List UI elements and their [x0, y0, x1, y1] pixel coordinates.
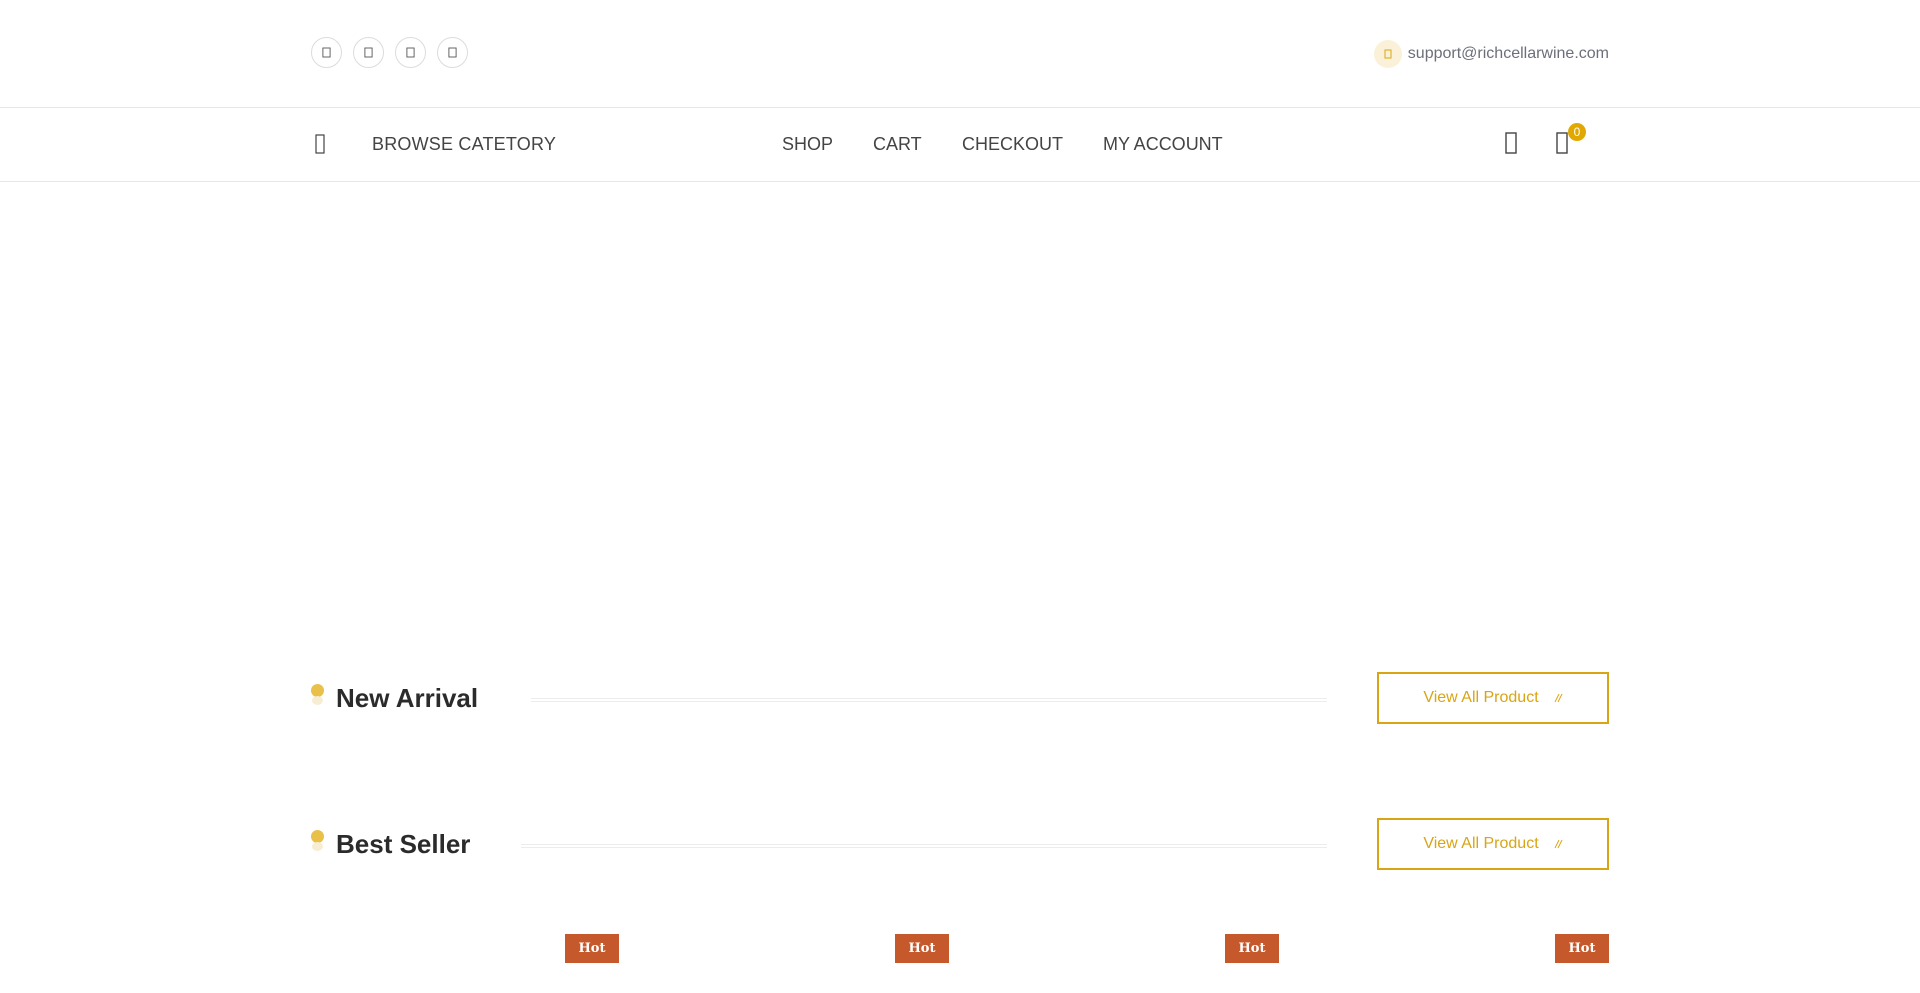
twitter-icon[interactable]: [353, 37, 384, 68]
section-dot-icon: [311, 684, 324, 705]
button-label: View All Product: [1423, 835, 1539, 852]
nav-checkout[interactable]: CHECKOUT: [962, 134, 1063, 155]
section-divider: [531, 698, 1327, 702]
view-all-product-button[interactable]: View All Product: [1377, 672, 1609, 724]
browse-category-button[interactable]: BROWSE CATETORY: [372, 134, 556, 155]
cart-count-badge: 0: [1568, 123, 1586, 141]
menu-icon[interactable]: [313, 132, 327, 156]
facebook-icon[interactable]: [311, 37, 342, 68]
button-label: View All Product: [1423, 689, 1539, 706]
nav-shop[interactable]: SHOP: [782, 134, 833, 155]
hot-badge: Hot: [1225, 934, 1279, 963]
pinterest-icon[interactable]: [437, 37, 468, 68]
envelope-icon: [1373, 40, 1402, 68]
contact-email[interactable]: support@richcellarwine.com: [1373, 39, 1609, 69]
hot-badge: Hot: [1555, 934, 1609, 963]
section-title: Best Seller: [336, 829, 471, 859]
hot-badge: Hot: [895, 934, 949, 963]
nav-cart[interactable]: CART: [873, 134, 922, 155]
top-bar: support@richcellarwine.com: [0, 0, 1920, 108]
best-seller-section: Best Seller View All Product: [311, 818, 1609, 870]
main-navigation: BROWSE CATETORY SHOP CART CHECKOUT MY AC…: [0, 108, 1920, 182]
new-arrival-section: New Arrival View All Product: [311, 672, 1609, 724]
support-email[interactable]: support@richcellarwine.com: [1408, 45, 1609, 63]
section-title: New Arrival: [336, 683, 479, 713]
view-all-product-button[interactable]: View All Product: [1377, 818, 1609, 870]
arrow-icon: [1554, 693, 1563, 703]
cart-icon[interactable]: [1555, 130, 1569, 156]
section-dot-icon: [311, 830, 324, 851]
section-divider: [521, 844, 1327, 848]
arrow-icon: [1554, 839, 1563, 849]
nav-my-account[interactable]: MY ACCOUNT: [1103, 134, 1223, 155]
instagram-icon[interactable]: [395, 37, 426, 68]
search-icon[interactable]: [1504, 130, 1518, 156]
hot-badge: Hot: [565, 934, 619, 963]
